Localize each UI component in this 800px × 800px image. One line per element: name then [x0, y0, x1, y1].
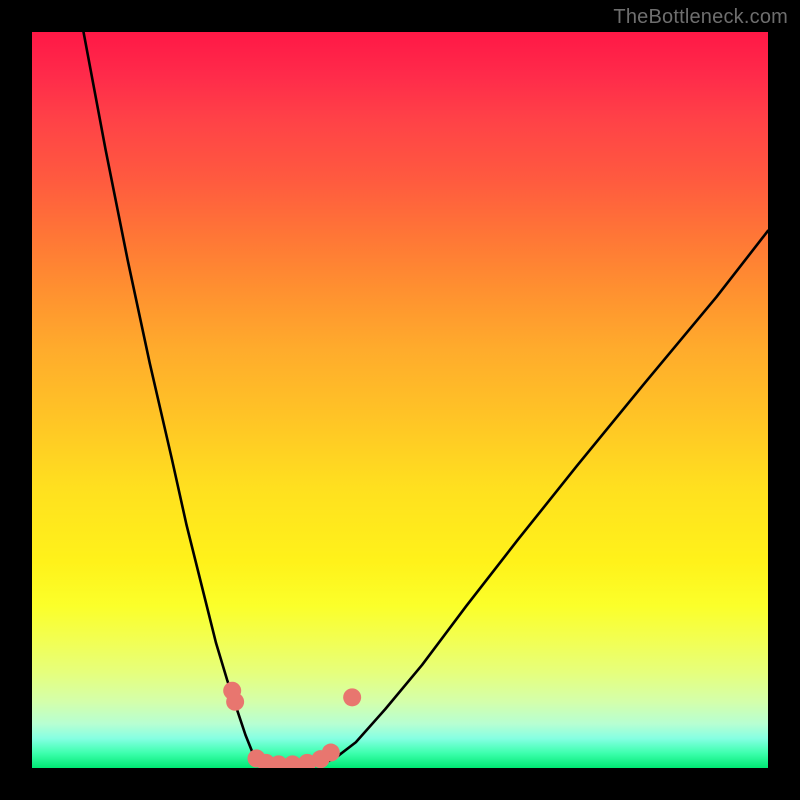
- data-marker: [322, 744, 340, 762]
- data-marker: [226, 693, 244, 711]
- plot-area: [32, 32, 768, 768]
- watermark-text: TheBottleneck.com: [613, 6, 788, 29]
- curve-path: [84, 32, 768, 767]
- chart-frame: TheBottleneck.com: [0, 0, 800, 800]
- bottleneck-curve: [32, 32, 768, 768]
- data-marker: [343, 688, 361, 706]
